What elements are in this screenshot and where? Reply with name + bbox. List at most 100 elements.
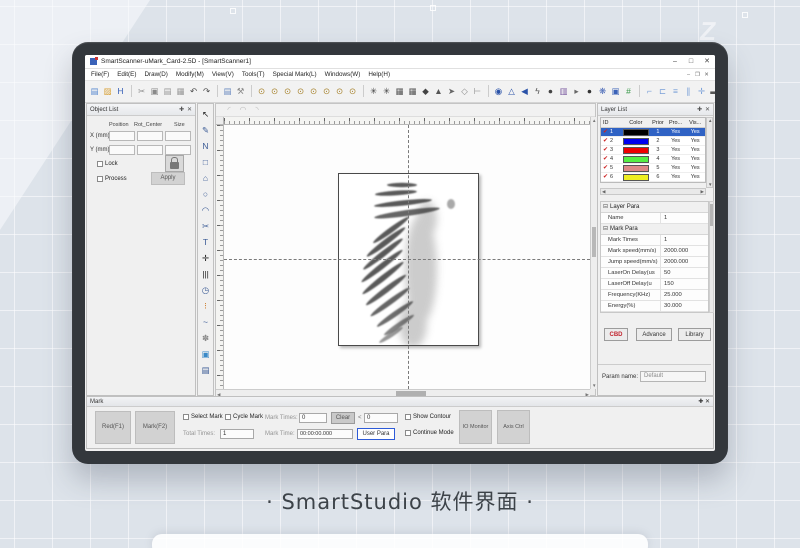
close-icon[interactable]: ✕ — [187, 106, 192, 113]
property-scrollbar[interactable] — [709, 201, 714, 313]
cbd-button[interactable]: CBD — [604, 328, 628, 341]
minimize-button[interactable]: – — [667, 55, 683, 68]
arc-tool-icon-1[interactable]: ◠ — [236, 104, 250, 116]
pattern-tool-icon[interactable]: ✽ — [198, 330, 213, 346]
fill-icon[interactable]: ◆ — [419, 84, 432, 99]
library-button[interactable]: Library — [678, 328, 711, 341]
indicator-tool-icon[interactable]: ⁝ — [198, 298, 213, 314]
redo-icon[interactable]: ↷ — [200, 84, 213, 99]
sound-icon[interactable]: ◀ — [518, 84, 531, 99]
polyline-tool-icon[interactable]: Ν — [198, 138, 213, 154]
list-icon[interactable]: ▤ — [221, 84, 234, 99]
show-contour-checkbox[interactable]: Show Contour — [405, 414, 451, 420]
align-top-icon[interactable]: ∥ — [682, 84, 695, 99]
align-center-icon[interactable]: ⊏ — [656, 84, 669, 99]
property-row[interactable]: Jump speed(mm/s)2000.000 — [601, 257, 708, 268]
scrollbar-thumb[interactable] — [710, 204, 713, 226]
menu-item-6[interactable]: Special Mark(L) — [269, 69, 321, 80]
mirror-icon[interactable]: ➤ — [445, 84, 458, 99]
x-rot-center-field[interactable] — [137, 131, 163, 141]
scroll-down-icon[interactable]: ▼ — [592, 382, 596, 389]
property-row[interactable]: Name1 — [601, 213, 708, 224]
warning-icon[interactable]: △ — [505, 84, 518, 99]
layer-row[interactable]: ✔33YesYes — [601, 146, 705, 155]
play-icon[interactable]: ▸ — [570, 84, 583, 99]
total-times-field[interactable]: 1 — [220, 429, 254, 439]
pin-icon[interactable]: ✚ — [697, 106, 702, 113]
property-row[interactable]: Energy(%)30.000 — [601, 301, 708, 312]
menu-item-7[interactable]: Windows(W) — [321, 69, 365, 80]
barcode-tool-icon[interactable]: ||| — [198, 266, 213, 282]
layer-vertical-scrollbar[interactable]: ▲ ▼ — [706, 117, 713, 188]
param-name-field[interactable]: Default — [640, 371, 706, 382]
advance-button[interactable]: Advance — [636, 328, 672, 341]
zoom-out-icon[interactable]: ⊙ — [268, 84, 281, 99]
pin-icon[interactable]: ✚ — [179, 106, 184, 113]
point-tool-icon[interactable]: ✛ — [198, 250, 213, 266]
count-field[interactable]: 0 — [364, 413, 398, 423]
menu-item-5[interactable]: Tools(T) — [238, 69, 269, 80]
ellipse-tool-icon[interactable]: ○ — [198, 186, 213, 202]
layers-icon[interactable]: ▥ — [557, 84, 570, 99]
hatch-icon[interactable]: ▲ — [432, 84, 445, 99]
io-monitor-button[interactable]: IO Monitor — [459, 410, 492, 444]
menu-item-8[interactable]: Help(H) — [364, 69, 394, 80]
property-row[interactable]: LaserOn Delay(us50 — [601, 268, 708, 279]
dot-icon[interactable]: ● — [544, 84, 557, 99]
delete-icon[interactable]: ▦ — [174, 84, 187, 99]
undo-icon[interactable]: ↶ — [187, 84, 200, 99]
layer-row[interactable]: ✔11YesYes — [601, 128, 705, 137]
property-value[interactable]: 1 — [661, 235, 708, 245]
collapse-icon[interactable]: ⊟ — [603, 204, 608, 210]
settings-icon[interactable]: ❋ — [596, 84, 609, 99]
zoom-page-icon[interactable]: ⊙ — [346, 84, 359, 99]
mdi-minimize-button[interactable]: – — [684, 72, 693, 78]
node-edit-tool-icon[interactable]: ✎ — [198, 122, 213, 138]
timer-tool-icon[interactable]: ◷ — [198, 282, 213, 298]
cycle-mark-checkbox[interactable]: Cycle Mark — [225, 414, 263, 420]
x-size-field[interactable] — [165, 131, 191, 141]
scrollbar-thumb[interactable] — [592, 227, 596, 257]
property-row[interactable]: LaserOff Delay(u150 — [601, 279, 708, 290]
property-value[interactable]: 25.000 — [661, 290, 708, 300]
property-row[interactable]: Mark Times1 — [601, 235, 708, 246]
scroll-down-icon[interactable]: ▼ — [708, 182, 712, 187]
copy-icon[interactable]: ▣ — [148, 84, 161, 99]
mdi-restore-button[interactable]: ❐ — [693, 72, 702, 78]
property-row[interactable]: Mark speed(mm/s)2000.000 — [601, 246, 708, 257]
property-value[interactable]: 150 — [661, 279, 708, 289]
menu-item-0[interactable]: File(F) — [87, 69, 113, 80]
align-left-icon[interactable]: ⌐ — [643, 84, 656, 99]
paste-icon[interactable]: ▤ — [161, 84, 174, 99]
property-value[interactable]: 30.000 — [661, 301, 708, 311]
record-icon[interactable]: ● — [583, 84, 596, 99]
close-button[interactable]: ✕ — [699, 55, 715, 68]
curve-tool-icon[interactable]: ◠ — [198, 202, 213, 218]
select-tool-icon[interactable]: ↖ — [198, 106, 213, 122]
property-row[interactable]: Frequency(KHz)25.000 — [601, 290, 708, 301]
image-tool-icon[interactable]: ▣ — [198, 346, 213, 362]
laser-icon[interactable]: ϟ — [531, 84, 544, 99]
hash-icon[interactable]: # — [622, 84, 635, 99]
scroll-up-icon[interactable]: ▲ — [592, 117, 596, 124]
rotate-icon[interactable]: ◇ — [458, 84, 471, 99]
x-position-field[interactable] — [109, 131, 135, 141]
text-tool-icon[interactable]: T — [198, 234, 213, 250]
scroll-right-icon[interactable]: ▶ — [701, 189, 704, 195]
property-group-header[interactable]: ⊟Layer Para — [601, 202, 708, 213]
apply-button[interactable]: Apply — [151, 172, 185, 185]
lock-checkbox[interactable]: Lock — [97, 161, 118, 167]
scroll-left-icon[interactable]: ◀ — [602, 189, 605, 195]
zoom-prev-icon[interactable]: ⊙ — [320, 84, 333, 99]
clear-button[interactable]: Clear — [331, 412, 355, 424]
y-rot-center-field[interactable] — [137, 145, 163, 155]
zoom-all-icon[interactable]: ⊙ — [294, 84, 307, 99]
trim-tool-icon[interactable]: ✂ — [198, 218, 213, 234]
select-mark-checkbox[interactable]: Select Mark — [183, 414, 223, 420]
cut-icon[interactable]: ✂ — [135, 84, 148, 99]
tool-icon[interactable]: ⚒ — [234, 84, 247, 99]
layer-row[interactable]: ✔55YesYes — [601, 164, 705, 173]
property-value[interactable]: 2000.000 — [661, 246, 708, 256]
canvas-vertical-scrollbar[interactable]: ▲ ▼ — [590, 117, 597, 389]
menu-item-2[interactable]: Draw(D) — [140, 69, 171, 80]
